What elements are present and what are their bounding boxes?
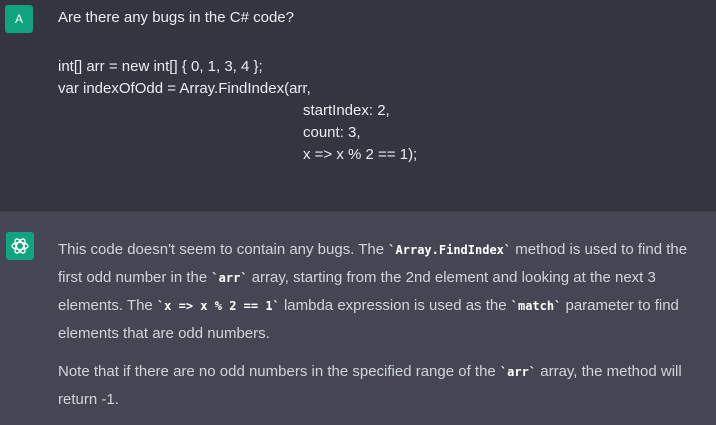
answer-text: Note that if there are no odd numbers in…: [58, 363, 500, 380]
code-line: var indexOfOdd = Array.FindIndex(arr,: [58, 80, 311, 97]
openai-logo-icon: [11, 238, 29, 254]
code-line: x => x % 2 == 1);: [303, 146, 418, 163]
answer-paragraph: Note that if there are no odd numbers in…: [58, 358, 708, 414]
inline-code: `Array.FindIndex`: [388, 243, 512, 257]
assistant-message: This code doesn't seem to contain any bu…: [0, 211, 716, 425]
user-avatar: A: [5, 5, 33, 33]
answer-paragraph: This code doesn't seem to contain any bu…: [58, 236, 708, 348]
user-message: A Are there any bugs in the C# code? int…: [0, 0, 716, 211]
answer-text: lambda expression is used as the: [279, 297, 511, 314]
code-line: startIndex: 2,: [303, 102, 390, 119]
code-line: count: 3,: [303, 124, 361, 141]
code-line: int[] arr = new int[] { 0, 1, 3, 4 };: [58, 58, 263, 75]
user-code-snippet: int[] arr = new int[] { 0, 1, 3, 4 }; va…: [58, 56, 417, 166]
user-question: Are there any bugs in the C# code?: [58, 9, 294, 26]
answer-text: This code doesn't seem to contain any bu…: [58, 241, 389, 258]
inline-code: `arr`: [499, 365, 537, 379]
assistant-avatar: [6, 232, 34, 260]
inline-code: `x => x % 2 == 1`: [156, 299, 280, 313]
assistant-answer: This code doesn't seem to contain any bu…: [58, 236, 708, 414]
inline-code: `match`: [510, 299, 562, 313]
inline-code: `arr`: [211, 271, 248, 285]
